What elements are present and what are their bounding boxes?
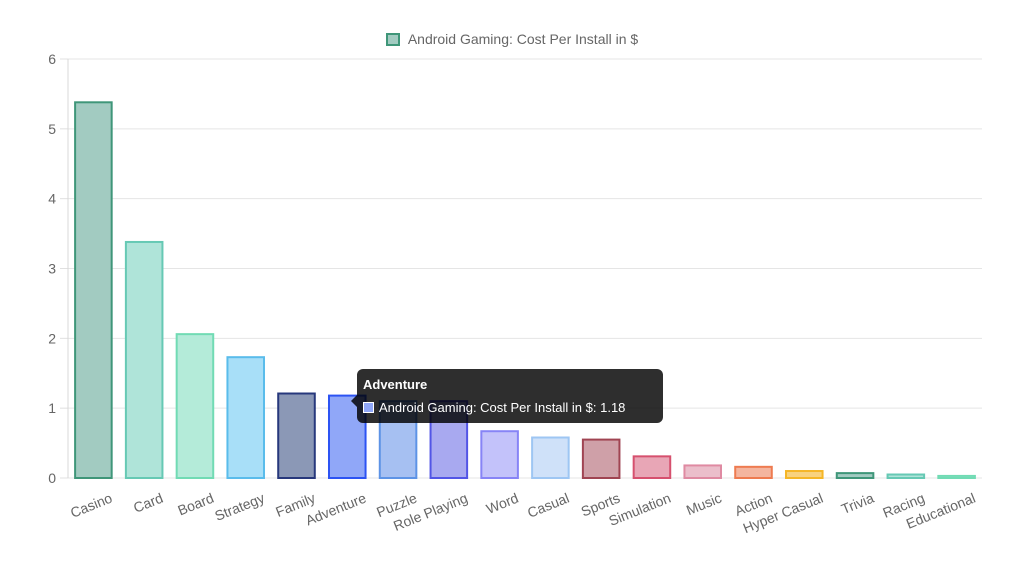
bar (632, 455, 672, 479)
chart-plot-area: 0123456Casino Card BoardStrategy FamilyAdve… (48, 51, 982, 536)
bar (937, 474, 976, 479)
bar (226, 356, 266, 479)
chart-tooltip: Adventure Android Gaming: Cost Per Insta… (351, 369, 663, 423)
x-tick-label: Strategy (212, 490, 266, 524)
x-tick-label: Board (175, 490, 216, 519)
y-tick-label: 2 (48, 330, 56, 346)
y-tick-label: 4 (48, 191, 56, 207)
bar (480, 430, 519, 480)
tooltip-caret (351, 395, 357, 407)
y-tick-label: 1 (48, 400, 56, 416)
bar (74, 101, 113, 480)
bar (531, 436, 570, 480)
bar (835, 472, 875, 479)
legend-swatch (385, 32, 400, 46)
bar (886, 473, 926, 479)
y-tick-label: 6 (48, 51, 56, 67)
y-tick-label: 3 (48, 261, 56, 277)
bar (124, 240, 164, 479)
x-tick-label: Casino (68, 490, 115, 521)
bar (734, 465, 773, 479)
x-tick-label: Trivia (839, 490, 876, 518)
bar (784, 470, 824, 479)
x-tick-label: Word (484, 490, 521, 517)
bar (683, 464, 723, 479)
bar (175, 333, 215, 480)
tooltip-label: Android Gaming: Cost Per Install in $: 1… (379, 400, 626, 415)
bar-chart: 0 1 2 3 4 5 6 Casino Card Board Strategy Family Adve… (0, 0, 1024, 583)
bar (581, 438, 621, 480)
tooltip-title: Adventure (363, 377, 428, 392)
tooltip-row: Android Gaming: Cost Per Install in $: 1… (363, 400, 625, 415)
bar (277, 392, 316, 480)
x-tick-label: Music (684, 490, 724, 519)
legend-label: Android Gaming: Cost Per Install in $ (407, 31, 639, 47)
y-tick-label: 0 (48, 470, 56, 486)
x-tick-label: Card (131, 490, 165, 516)
tooltip-swatch (363, 402, 374, 413)
y-tick-label: 5 (48, 121, 56, 137)
x-tick-label: Casual (525, 490, 571, 521)
chart-legend[interactable]: Android Gaming: Cost Per Install in $ (0, 31, 1024, 47)
